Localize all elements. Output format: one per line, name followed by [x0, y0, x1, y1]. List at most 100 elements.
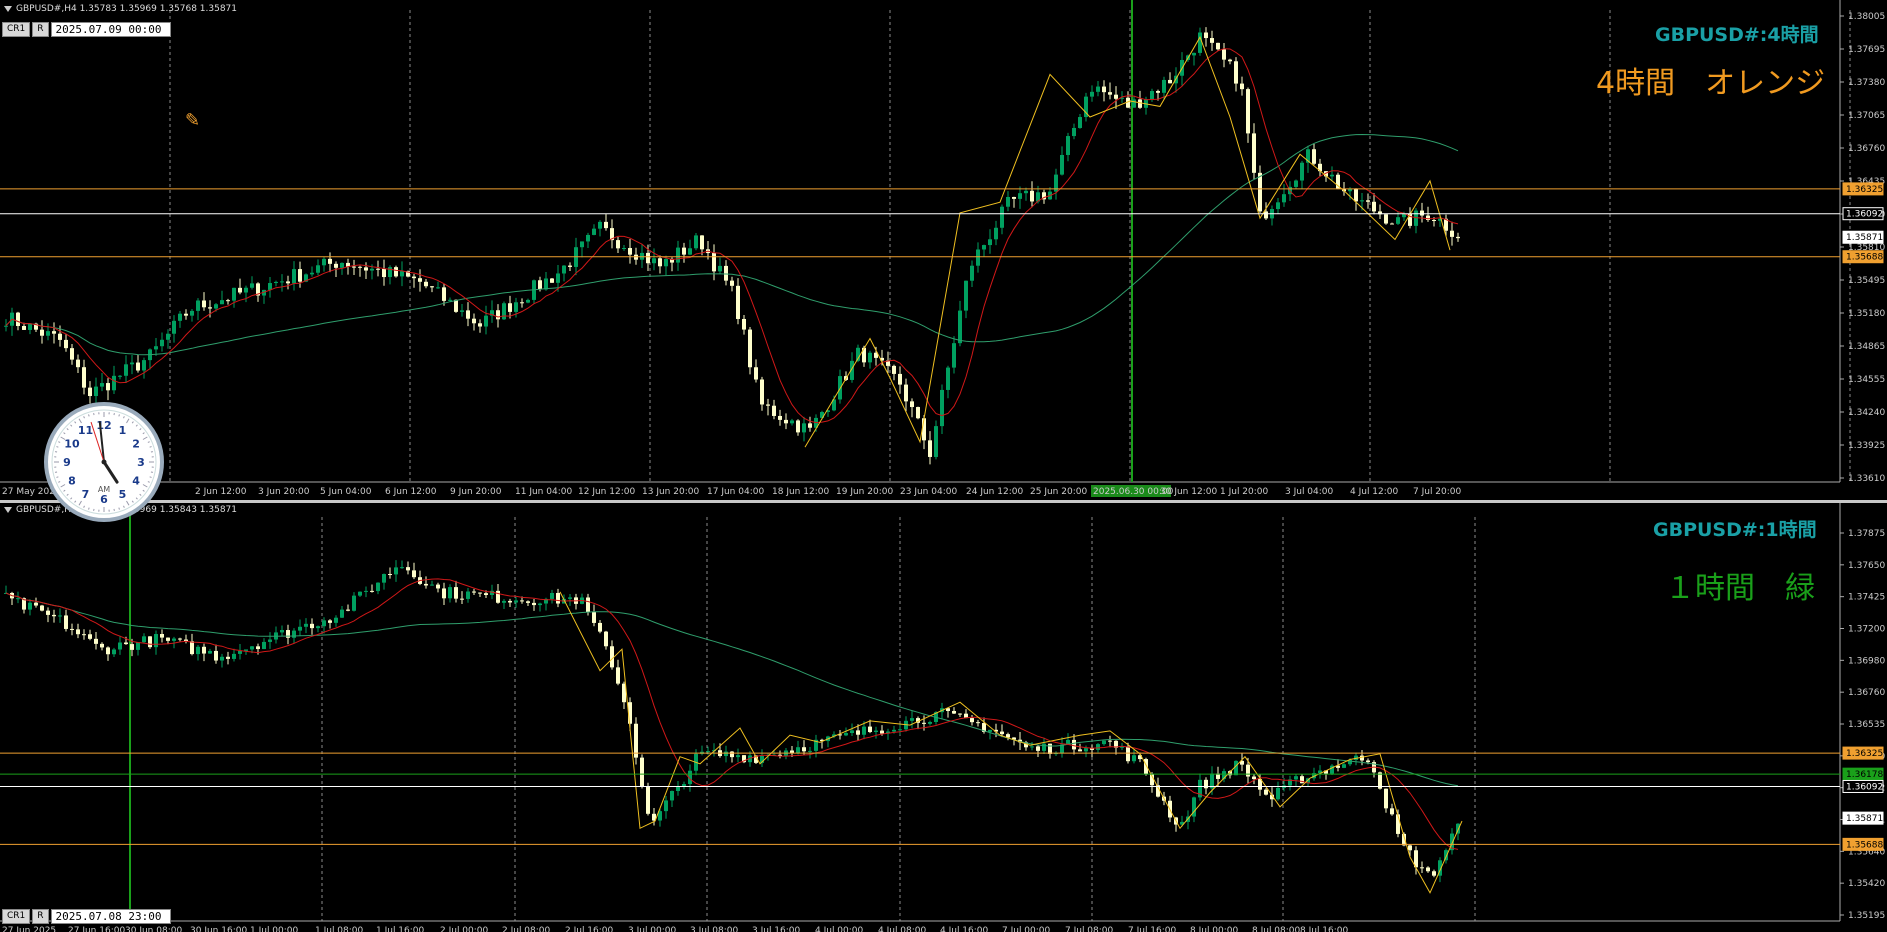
- candle-body: [1198, 32, 1202, 53]
- candle-body: [82, 634, 86, 636]
- price-tick-label: 1.37200: [1848, 625, 1885, 635]
- time-axis-label: 13 Jun 20:00: [642, 487, 699, 497]
- h1-color-label: １時間 緑: [1665, 571, 1815, 606]
- candle-body: [1096, 86, 1100, 92]
- candle-body: [718, 265, 722, 272]
- zigzag-line: [559, 591, 1463, 894]
- candle-body: [1276, 202, 1280, 210]
- candle-body: [682, 784, 686, 787]
- candle-body: [178, 638, 182, 640]
- candle-body: [598, 221, 602, 229]
- time-axis-label: 19 Jun 20:00: [836, 487, 893, 497]
- clock-number: 1: [119, 424, 127, 437]
- candle-body: [982, 245, 986, 250]
- price-tick-label: 1.37380: [1848, 78, 1885, 88]
- time-axis-label: 1 Jul 08:00: [315, 926, 364, 932]
- candle-body: [376, 268, 380, 270]
- clock-tick: [56, 446, 59, 448]
- collapse-triangle-icon[interactable]: [4, 5, 12, 12]
- candle-body: [280, 630, 284, 633]
- candles: [4, 27, 1460, 465]
- price-tick-label: 1.37695: [1848, 45, 1885, 55]
- candle-body: [526, 299, 530, 303]
- candle-body: [52, 614, 56, 617]
- candle-body: [292, 630, 296, 638]
- r-button[interactable]: R: [32, 22, 49, 37]
- collapse-triangle-icon[interactable]: [4, 506, 12, 513]
- candle-body: [454, 587, 458, 599]
- h4-chart-pane[interactable]: 1.38005 1.37695 1.37380 1.37065 1.36760 1.364…: [0, 0, 1887, 500]
- time-axis-label: 1 Jul 16:00: [376, 926, 425, 932]
- candle-body: [1108, 92, 1112, 95]
- candle-body: [244, 287, 248, 293]
- candle-body: [682, 247, 686, 255]
- clock-center: [101, 459, 107, 465]
- candle-body: [808, 423, 812, 428]
- satellite-icon[interactable]: ✎: [185, 110, 200, 131]
- time-axis-label: 3 Jul 08:00: [690, 926, 739, 932]
- candle-body: [430, 286, 434, 288]
- r-button[interactable]: R: [32, 909, 49, 924]
- time-axis-label: 7 Jul 08:00: [1065, 926, 1114, 932]
- h1-chart-canvas[interactable]: 1.37875 1.37650 1.37425 1.37200 1.36980 1.367…: [0, 503, 1887, 932]
- candle-body: [700, 235, 704, 250]
- candle-body: [1456, 236, 1460, 239]
- candle-body: [466, 310, 470, 319]
- candle-body: [1096, 744, 1100, 750]
- candle-body: [412, 570, 416, 578]
- candle-body: [172, 320, 176, 334]
- candle-body: [148, 636, 152, 648]
- candle-body: [1030, 190, 1034, 202]
- candle-body: [118, 642, 122, 650]
- candle-body: [298, 626, 302, 631]
- candle-body: [910, 401, 914, 408]
- price-tag-label-current: 1.35871: [1846, 814, 1883, 824]
- candle-body: [934, 426, 938, 457]
- time-axis-label: 27 Jun 16:00: [68, 926, 125, 932]
- candle-body: [436, 287, 440, 289]
- candle-body: [1414, 210, 1418, 226]
- candle-body: [136, 642, 140, 650]
- candle-body: [988, 729, 992, 732]
- time-axis-label: 8 Jul 16:00: [1300, 926, 1349, 932]
- candle-body: [748, 329, 752, 368]
- candle-body: [436, 584, 440, 589]
- ma-slow-line: [5, 133, 1459, 356]
- candle-body: [784, 419, 788, 424]
- time-axis-label: 4 Jul 00:00: [815, 926, 864, 932]
- candle-body: [328, 620, 332, 623]
- candle-body: [1432, 220, 1436, 222]
- candle-body: [34, 602, 38, 606]
- datetime-field[interactable]: 2025.07.09 00:00: [50, 22, 171, 37]
- candle-body: [880, 730, 884, 734]
- candle-body: [1450, 230, 1454, 237]
- candle-body: [1216, 42, 1220, 50]
- ma-fast-line: [5, 578, 1459, 850]
- time-axis-label: 2 Jul 16:00: [565, 926, 614, 932]
- candle-body: [898, 729, 902, 731]
- candle-body: [472, 591, 476, 593]
- candle-body: [334, 617, 338, 623]
- candle-body: [40, 605, 44, 611]
- candle-body: [1132, 755, 1136, 762]
- candle-body: [64, 339, 68, 349]
- candle-body: [1102, 86, 1106, 93]
- candle-body: [1276, 787, 1280, 800]
- candle-body: [466, 591, 470, 599]
- candle-body: [64, 615, 68, 629]
- time-axis-label: 30 Jun 16:00: [190, 926, 247, 932]
- candle-body: [1168, 79, 1172, 84]
- candle-body: [604, 631, 608, 647]
- candle-body: [1408, 845, 1412, 851]
- cr1-button[interactable]: CR1: [2, 909, 31, 924]
- price-tick-label: 1.37425: [1848, 593, 1885, 603]
- candle-body: [1114, 94, 1118, 99]
- time-axis-label: 18 Jun 12:00: [772, 487, 829, 497]
- candle-body: [1204, 32, 1208, 39]
- cr1-button[interactable]: CR1: [2, 22, 31, 37]
- clock-number: 12: [96, 419, 111, 432]
- candle-body: [1342, 764, 1346, 768]
- datetime-field[interactable]: 2025.07.08 23:00: [50, 909, 171, 924]
- candle-body: [1048, 743, 1052, 754]
- h1-chart-pane[interactable]: 1.37875 1.37650 1.37425 1.37200 1.36980 1.367…: [0, 503, 1887, 932]
